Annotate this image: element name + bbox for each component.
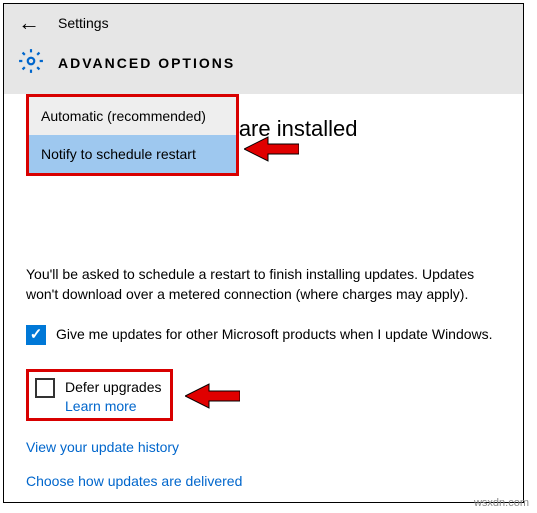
dropdown-option-notify[interactable]: Notify to schedule restart [29,135,236,173]
gear-icon [18,48,44,77]
settings-breadcrumb: Settings [58,15,109,31]
annotation-arrow-icon [244,134,299,164]
restart-description: You'll be asked to schedule a restart to… [26,264,501,305]
checkbox-defer-upgrades[interactable] [35,378,55,398]
back-button[interactable]: ← [18,12,40,34]
install-mode-dropdown[interactable]: Automatic (recommended) Notify to schedu… [26,94,239,176]
watermark: wsxdn.com [474,497,529,509]
checkbox-other-products[interactable] [26,325,46,345]
learn-more-link[interactable]: Learn more [65,398,162,414]
checkbox-other-products-label: Give me updates for other Microsoft prod… [56,325,493,345]
delivery-link[interactable]: Choose how updates are delivered [26,473,501,489]
header: ← Settings ADVANCED OPTIONS [4,4,523,94]
checkbox-defer-label: Defer upgrades [65,378,162,398]
defer-upgrades-group: Defer upgrades Learn more [26,369,173,421]
dropdown-option-automatic[interactable]: Automatic (recommended) [29,97,236,135]
page-title: ADVANCED OPTIONS [58,55,235,71]
annotation-arrow-icon [185,381,240,411]
view-history-link[interactable]: View your update history [26,439,501,455]
